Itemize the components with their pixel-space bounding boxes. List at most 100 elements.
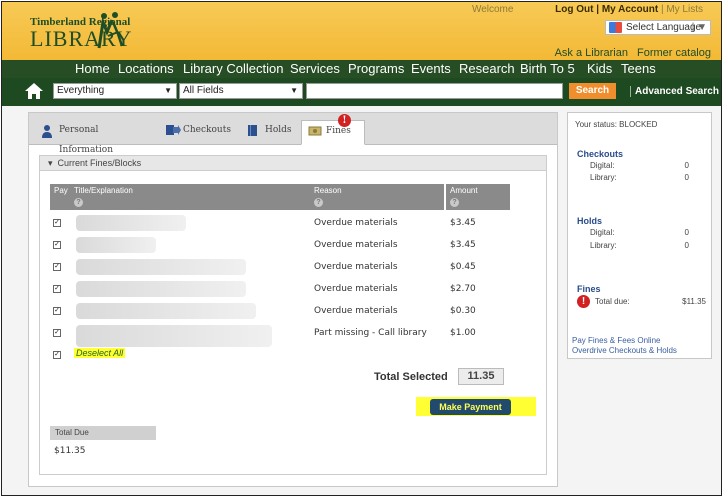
browser-frame: Timberland Regional LIBRARY Welcome Log … [1,1,722,496]
account-summary-sidebar: Your status: BLOCKED Checkouts Digital: … [567,112,712,359]
search-button[interactable]: Search [569,83,616,99]
pay-checkbox[interactable]: ✓ [53,263,61,271]
fine-reason: Overdue materials [314,262,398,272]
tab-label: Personal Information [59,125,114,155]
column-header-amount[interactable]: Amount ? [446,184,510,210]
holds-library-label: Library: [590,241,617,250]
info-icon[interactable]: ? [74,198,83,207]
alert-icon: ! [577,295,590,308]
info-icon[interactable]: ? [450,198,459,207]
overdrive-link[interactable]: Overdrive Checkouts & Holds [572,346,677,355]
fine-amount: $2.70 [450,284,476,294]
total-selected-label: Total Selected [374,371,448,383]
pay-checkbox[interactable]: ✓ [53,219,61,227]
tab-holds[interactable]: Holds [241,120,299,145]
section-title: Current Fines/Blocks [57,158,142,168]
main-nav: Home Locations Library Collection Servic… [2,60,721,78]
pay-checkbox[interactable]: ✓ [53,329,61,337]
site-header: Timberland Regional LIBRARY Welcome Log … [2,2,721,60]
header-secondary-links: Ask a Librarian Former catalog [549,47,711,59]
make-payment-button[interactable]: Make Payment [430,399,511,415]
column-header-title[interactable]: Title/Explanation ? [70,184,310,210]
pay-checkbox[interactable]: ✓ [53,241,61,249]
table-row: ✓ Overdue materials $3.45 [40,236,546,258]
former-catalog-link[interactable]: Former catalog [637,47,711,59]
checkouts-library-count: 0 [684,173,689,182]
tab-label: Checkouts [183,125,231,135]
current-fines-section: ▾ Current Fines/Blocks Pay Title/Explana… [39,155,547,475]
search-input[interactable] [306,83,563,99]
pay-fines-online-link[interactable]: Pay Fines & Fees Online [572,336,660,345]
checkouts-library-label: Library: [590,173,617,182]
checkouts-heading[interactable]: Checkouts [577,149,623,159]
deselect-row: ✓ Deselect All [40,346,546,368]
search-scope-select[interactable]: Everything ▼ [53,83,177,99]
select-language-label: Select Language [626,22,702,33]
redacted-title [76,259,246,275]
total-selected-value: 11.35 [458,368,504,385]
fines-heading[interactable]: Fines [577,284,601,294]
tab-fines[interactable]: Fines ! [301,114,365,145]
fine-reason: Overdue materials [314,306,398,316]
alert-icon: ! [338,114,351,127]
holds-heading[interactable]: Holds [577,216,602,226]
table-row: ✓ Overdue materials $2.70 [40,280,546,302]
total-due-value: $11.35 [54,446,86,456]
person-icon [42,125,52,138]
redacted-title [76,281,246,297]
total-due-header: Total Due [50,426,156,440]
home-icon[interactable] [24,82,44,100]
nav-birth-to-5[interactable]: Birth To 5 [520,60,575,77]
checkouts-digital-label: Digital: [590,161,615,170]
select-language-dropdown[interactable]: Select Language | ▼ [605,20,711,35]
holds-digital-label: Digital: [590,228,615,237]
section-header[interactable]: ▾ Current Fines/Blocks [40,156,546,171]
pay-checkbox[interactable]: ✓ [53,307,61,315]
fine-reason: Overdue materials [314,284,398,294]
ask-librarian-link[interactable]: Ask a Librarian [555,47,628,59]
my-account-link[interactable]: My Account [602,4,658,15]
fine-amount: $0.30 [450,306,476,316]
fine-amount: $3.45 [450,240,476,250]
tab-label: Holds [265,125,292,135]
redacted-title [76,237,156,253]
deselect-all-link[interactable]: Deselect All [74,348,126,358]
advanced-search-link[interactable]: Advanced Search [630,86,719,97]
tab-personal-information[interactable]: Personal Information [35,120,155,155]
fine-amount: $0.45 [450,262,476,272]
table-row: ✓ Overdue materials $0.30 [40,302,546,324]
info-icon[interactable]: ? [314,198,323,207]
fine-amount: $1.00 [450,328,476,338]
chevron-down-icon: ▼ [164,86,172,95]
nav-kids[interactable]: Kids [587,60,612,77]
search-field-select[interactable]: All Fields ▼ [179,83,303,99]
fines-total-value: $11.35 [682,297,706,306]
nav-events[interactable]: Events [411,60,451,77]
redacted-title [76,303,256,319]
holds-digital-count: 0 [684,228,689,237]
nav-programs[interactable]: Programs [348,60,404,77]
account-panel: Personal Information Checkouts Holds Fin… [28,112,558,487]
main-content: Personal Information Checkouts Holds Fin… [2,106,721,495]
logo-figures-icon [97,12,124,49]
chevron-down-icon: ▼ [290,86,298,95]
nav-locations[interactable]: Locations [118,60,174,77]
redacted-title [76,325,272,347]
nav-teens[interactable]: Teens [621,60,656,77]
search-bar: Everything ▼ All Fields ▼ Search Advance… [2,78,721,106]
holds-library-count: 0 [684,241,689,250]
column-header-reason[interactable]: Reason ? [310,184,444,210]
nav-library-collection[interactable]: Library Collection [183,60,283,77]
nav-services[interactable]: Services [290,60,340,77]
pay-checkbox[interactable]: ✓ [53,285,61,293]
checkout-icon [166,125,181,135]
account-tabs: Personal Information Checkouts Holds Fin… [29,113,557,155]
checkouts-digital-count: 0 [684,161,689,170]
google-translate-icon [609,22,622,33]
tab-checkouts[interactable]: Checkouts [159,120,237,145]
logout-link[interactable]: Log Out [555,4,593,15]
nav-research[interactable]: Research [459,60,515,77]
select-all-checkbox[interactable]: ✓ [53,351,61,359]
nav-home[interactable]: Home [75,60,110,77]
my-lists-link[interactable]: My Lists [666,4,703,15]
